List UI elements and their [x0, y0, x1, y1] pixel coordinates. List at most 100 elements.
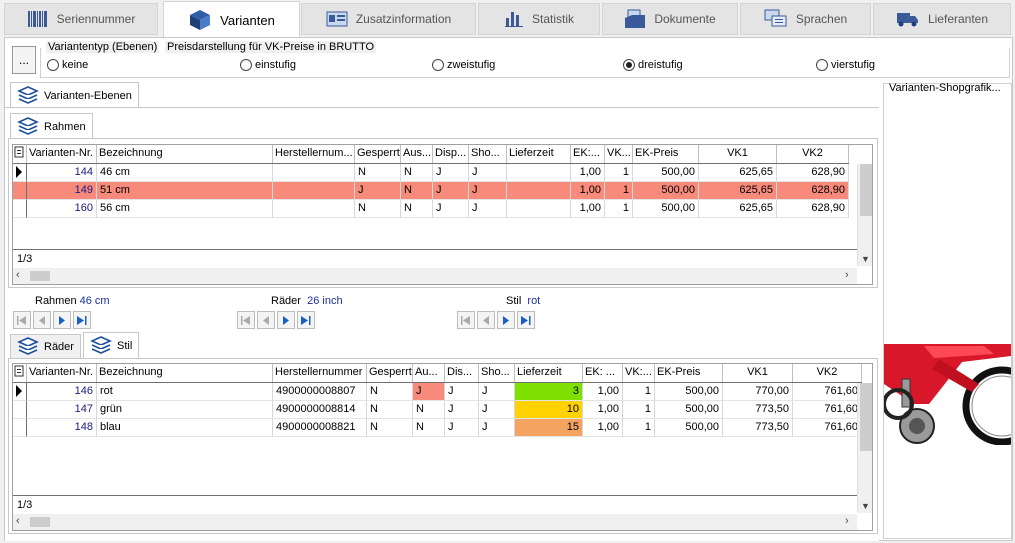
cell-ek-preis[interactable]: 500,00 [655, 401, 723, 419]
tab-lieferanten[interactable]: Lieferanten [873, 3, 1011, 35]
more-button[interactable]: ... [12, 46, 36, 74]
cell-ek-faktor[interactable]: 1,00 [571, 182, 605, 200]
column-header-lieferzeit[interactable]: Lieferzeit [507, 145, 571, 163]
cell-vk2[interactable]: 761,60 [793, 401, 862, 419]
cell-shop[interactable]: J [469, 200, 507, 218]
cell-vk1[interactable]: 625,65 [699, 182, 777, 200]
cell-ausverkauft[interactable]: N [413, 419, 445, 437]
cell-disponiert[interactable]: J [445, 383, 479, 401]
last-record-icon[interactable] [517, 311, 535, 329]
current-row-indicator[interactable] [13, 164, 27, 182]
grid-options-icon[interactable] [13, 145, 27, 163]
scroll-right-icon[interactable]: › [845, 515, 849, 527]
scroll-down-icon[interactable]: ▼ [861, 254, 870, 264]
first-record-icon[interactable] [457, 311, 475, 329]
cell-vk1[interactable]: 625,65 [699, 200, 777, 218]
column-header-vk2[interactable]: VK2 [793, 364, 862, 382]
radio-dreistufig[interactable]: dreistufig [623, 59, 683, 71]
column-header-ausverkauft[interactable]: Au... [413, 364, 445, 382]
cell-vk2[interactable]: 628,90 [777, 164, 849, 182]
cell-gesperrt[interactable]: N [355, 164, 401, 182]
first-record-icon[interactable] [13, 311, 31, 329]
column-header-disponiert[interactable]: Dis... [445, 364, 479, 382]
table-row[interactable]: 147 grün 4900000008814 N N J J 10 1,00 1 500,00 773… [13, 401, 862, 419]
cell-ek-faktor[interactable]: 1,00 [571, 200, 605, 218]
column-header-gesperrt[interactable]: Gesperrt [367, 364, 413, 382]
scroll-thumb[interactable] [30, 517, 50, 527]
tab-statistik[interactable]: Statistik [478, 3, 600, 35]
row-indicator[interactable] [13, 401, 27, 419]
column-header-lieferzeit[interactable]: Lieferzeit [515, 364, 583, 382]
cell-lieferzeit[interactable]: 10 [515, 401, 583, 419]
column-header-ek-preis[interactable]: EK-Preis [655, 364, 723, 382]
cell-gesperrt[interactable]: N [355, 200, 401, 218]
cell-vk1[interactable]: 625,65 [699, 164, 777, 182]
next-record-icon[interactable] [53, 311, 71, 329]
cell-bezeichnung[interactable]: 46 cm [97, 164, 273, 182]
current-row-indicator[interactable] [13, 383, 27, 401]
cell-vk-faktor[interactable]: 1 [605, 182, 633, 200]
cell-bezeichnung[interactable]: blau [97, 419, 273, 437]
cell-ek-faktor[interactable]: 1,00 [583, 383, 623, 401]
next-record-icon[interactable] [497, 311, 515, 329]
cell-herstellernummer[interactable] [273, 164, 355, 182]
cell-herstellernummer[interactable] [273, 200, 355, 218]
cell-vk1[interactable]: 773,50 [723, 419, 793, 437]
cell-bezeichnung[interactable]: 51 cm [97, 182, 273, 200]
cell-ausverkauft[interactable]: N [401, 164, 433, 182]
column-header-varianten-nr[interactable]: Varianten-Nr. [27, 145, 97, 163]
cell-vk-faktor[interactable]: 1 [623, 401, 655, 419]
grid-options-icon[interactable] [13, 364, 27, 382]
scroll-thumb[interactable] [30, 271, 50, 281]
cell-shop[interactable]: J [469, 164, 507, 182]
table-row[interactable]: 146 rot 4900000008807 N J J J 3 1,00 1 500,00 770,0… [13, 383, 862, 401]
cell-ek-faktor[interactable]: 1,00 [571, 164, 605, 182]
row-indicator[interactable] [13, 200, 27, 218]
cell-disponiert[interactable]: J [433, 200, 469, 218]
column-header-disponiert[interactable]: Disp... [433, 145, 469, 163]
radio-vierstufig[interactable]: vierstufig [816, 59, 875, 71]
tab-raeder[interactable]: Räder [10, 334, 81, 359]
tab-stil[interactable]: Stil [83, 332, 140, 359]
scroll-left-icon[interactable]: ‹ [16, 269, 20, 281]
column-header-herstellernummer[interactable]: Herstellernummer [273, 364, 367, 382]
column-header-vk1[interactable]: VK1 [699, 145, 777, 163]
cell-disponiert[interactable]: J [433, 182, 469, 200]
table-row[interactable]: 148 blau 4900000008821 N N J J 15 1,00 1 500,00 773… [13, 419, 862, 437]
cell-lieferzeit[interactable] [507, 182, 571, 200]
row-indicator[interactable] [13, 419, 27, 437]
cell-varianten-nr[interactable]: 149 [27, 182, 97, 200]
cell-ek-preis[interactable]: 500,00 [655, 383, 723, 401]
first-record-icon[interactable] [237, 311, 255, 329]
cell-ek-preis[interactable]: 500,00 [655, 419, 723, 437]
scroll-left-icon[interactable]: ‹ [16, 515, 20, 527]
column-header-shop[interactable]: Sho... [479, 364, 515, 382]
vertical-scrollbar[interactable]: ▼ [857, 164, 872, 266]
cell-varianten-nr[interactable]: 147 [27, 401, 97, 419]
prev-record-icon[interactable] [33, 311, 51, 329]
cell-vk1[interactable]: 773,50 [723, 401, 793, 419]
cell-herstellernummer[interactable]: 4900000008821 [273, 419, 367, 437]
prev-record-icon[interactable] [477, 311, 495, 329]
cell-ek-preis[interactable]: 500,00 [633, 200, 699, 218]
cell-lieferzeit[interactable] [507, 200, 571, 218]
cell-disponiert[interactable]: J [433, 164, 469, 182]
tab-dokumente[interactable]: Dokumente [602, 3, 738, 35]
vertical-scrollbar[interactable]: ▼ [857, 383, 872, 513]
last-record-icon[interactable] [297, 311, 315, 329]
column-header-ek-faktor[interactable]: EK:... [571, 145, 605, 163]
table-row[interactable]: 149 51 cm J N J J 1,00 1 500,00 625,65 628,90 [13, 182, 849, 200]
cell-ek-faktor[interactable]: 1,00 [583, 419, 623, 437]
cell-vk2[interactable]: 761,60 [793, 383, 862, 401]
cell-vk-faktor[interactable]: 1 [623, 419, 655, 437]
cell-lieferzeit[interactable] [507, 164, 571, 182]
scroll-thumb[interactable] [860, 164, 872, 216]
cell-gesperrt[interactable]: N [367, 419, 413, 437]
column-header-bezeichnung[interactable]: Bezeichnung [97, 145, 273, 163]
column-header-vk-faktor[interactable]: VK... [605, 145, 633, 163]
cell-lieferzeit[interactable]: 3 [515, 383, 583, 401]
column-header-varianten-nr[interactable]: Varianten-Nr. [27, 364, 97, 382]
cell-vk2[interactable]: 761,60 [793, 419, 862, 437]
cell-vk-faktor[interactable]: 1 [623, 383, 655, 401]
column-header-vk1[interactable]: VK1 [723, 364, 793, 382]
